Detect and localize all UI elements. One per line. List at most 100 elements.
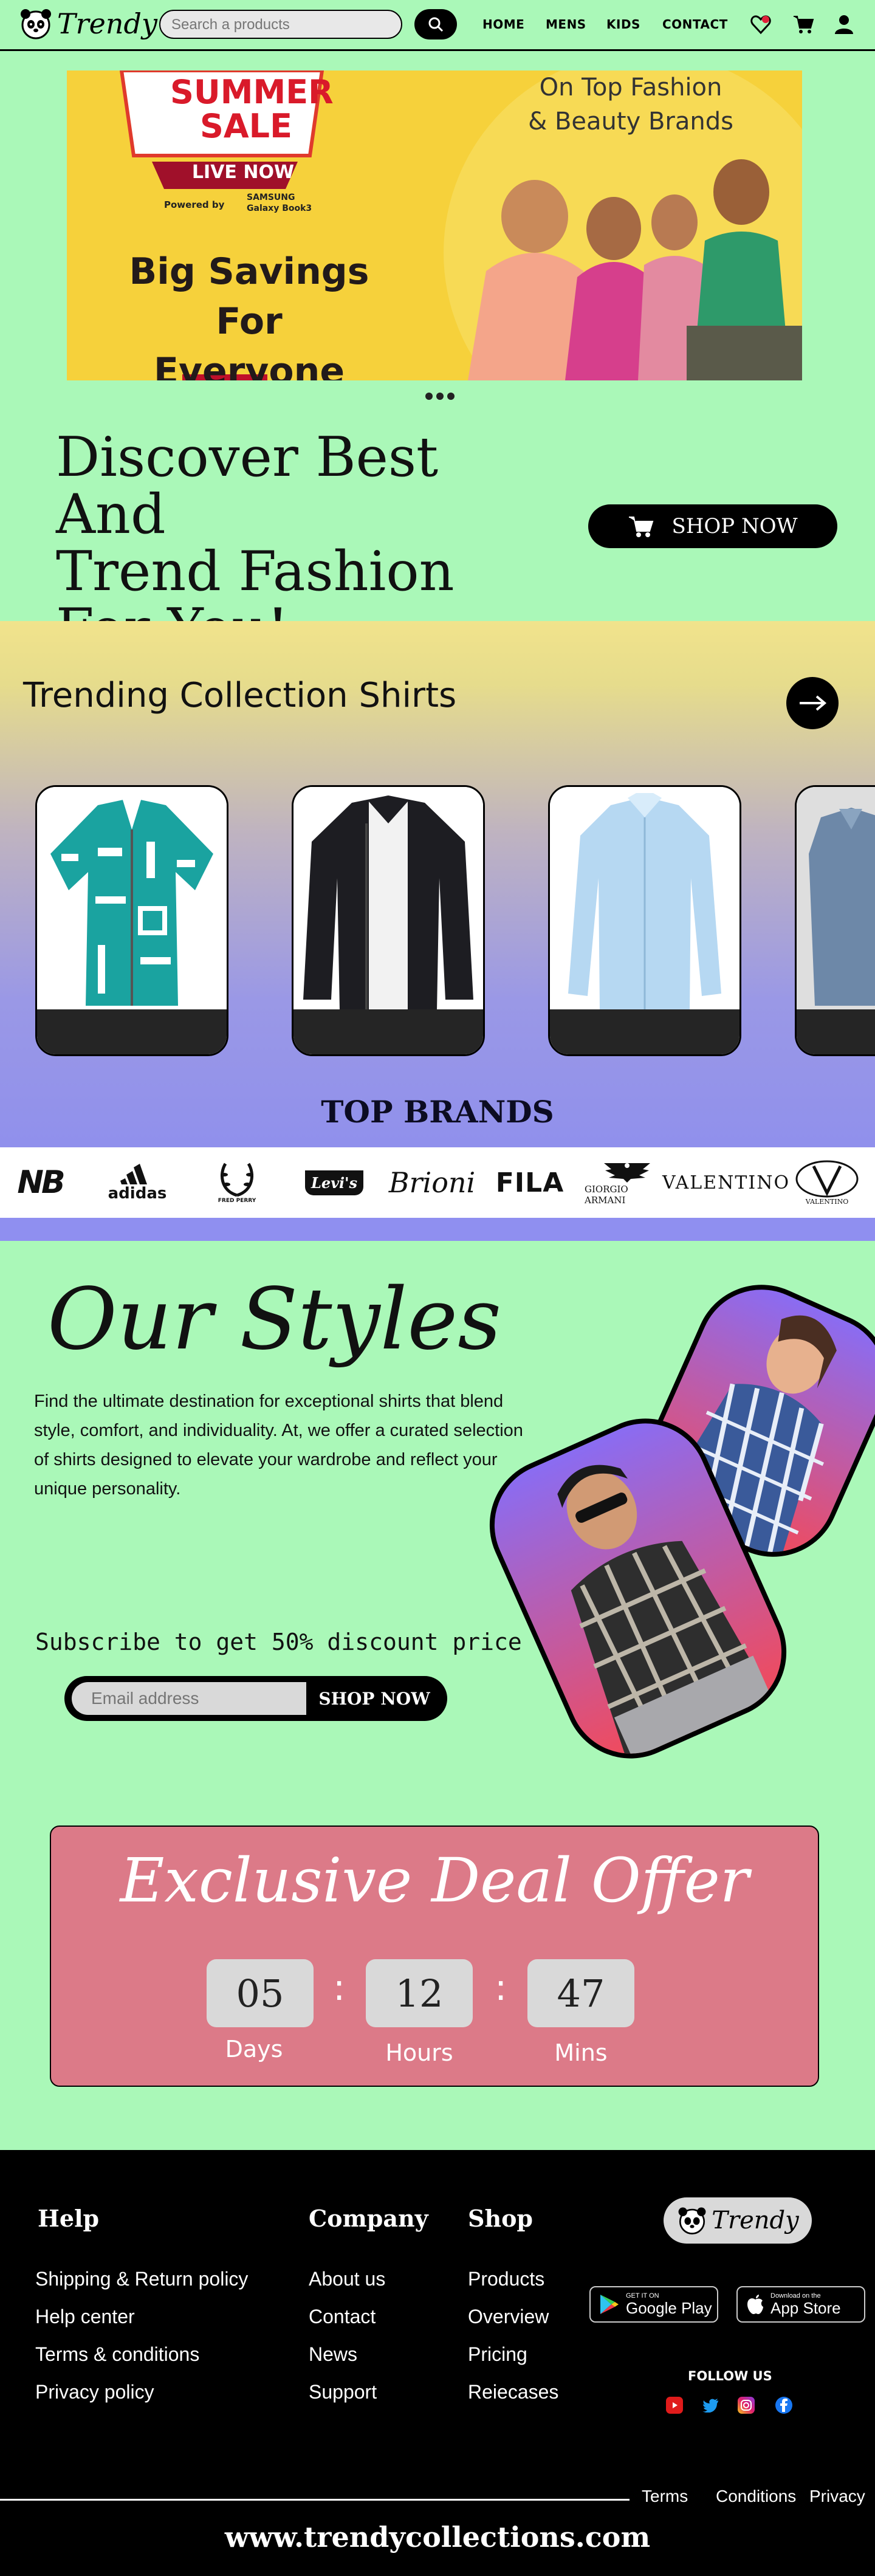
- footer-link-pricing[interactable]: Pricing: [468, 2343, 527, 2366]
- grey-blue-shirt-image: [797, 787, 875, 1013]
- product-card[interactable]: [292, 785, 485, 1056]
- trending-title: Trending Collection Shirts: [23, 676, 457, 715]
- countdown-hours: 12: [366, 1959, 473, 2027]
- logo-text: Trendy: [57, 7, 157, 40]
- top-brands-title: TOP BRANDS: [321, 1094, 554, 1130]
- footer-link-shipping[interactable]: Shipping & Return policy: [35, 2268, 248, 2290]
- instagram-icon[interactable]: [738, 2397, 755, 2414]
- youtube-icon[interactable]: [666, 2397, 683, 2414]
- trending-next-button[interactable]: [786, 677, 839, 729]
- twitter-icon[interactable]: [702, 2397, 719, 2414]
- footer-link-overview[interactable]: Overview: [468, 2306, 549, 2328]
- subscribe-shop-now-button[interactable]: SHOP NOW: [307, 1682, 441, 1715]
- hero-title-line-2: Trend Fashion: [56, 540, 455, 603]
- valentino-v-icon: [795, 1160, 859, 1197]
- footer-link-news[interactable]: News: [309, 2343, 357, 2366]
- brand-logo-valentino-v[interactable]: VALENTINO: [787, 1147, 866, 1218]
- cart-icon[interactable]: [792, 13, 814, 35]
- countdown-days: 05: [207, 1959, 314, 2027]
- subscribe-form: SHOP NOW: [64, 1676, 447, 1721]
- powered-by-label: Powered by: [164, 199, 225, 210]
- facebook-icon[interactable]: [775, 2397, 792, 2414]
- brand-logo-brioni[interactable]: Brioni: [389, 1147, 476, 1218]
- footer-logo[interactable]: Trendy: [664, 2197, 812, 2244]
- brand-logo-valentino[interactable]: VALENTINO: [662, 1147, 789, 1218]
- banner-headline-2: For Everyone: [153, 300, 345, 380]
- search-icon: [428, 17, 444, 32]
- summer-sale-banner[interactable]: SUMMER SALE LIVE NOW Powered by SAMSUNG …: [67, 70, 802, 380]
- product-card-footer: [797, 1009, 875, 1054]
- navbar: Trendy HOME MENS KIDS CONTACT: [0, 0, 875, 51]
- carousel-dot-1[interactable]: [425, 393, 433, 400]
- teal-print-shirt-image: [37, 787, 227, 1013]
- nav-kids[interactable]: KIDS: [606, 17, 640, 32]
- footer-bottom-terms[interactable]: Terms: [642, 2487, 688, 2506]
- carousel-dot-3[interactable]: [447, 393, 455, 400]
- footer-link-contact[interactable]: Contact: [309, 2306, 376, 2328]
- brand-logo-giorgio-armani[interactable]: GIORGIO ARMANI: [585, 1147, 670, 1218]
- footer-link-releases[interactable]: Reiecases: [468, 2381, 558, 2403]
- footer-shop-heading: Shop: [468, 2205, 533, 2232]
- product-card[interactable]: [548, 785, 741, 1056]
- footer-company-heading: Company: [309, 2205, 428, 2232]
- nav-mens[interactable]: MENS: [546, 17, 586, 32]
- hero-shop-now-button[interactable]: SHOP NOW: [588, 504, 837, 548]
- logo[interactable]: Trendy: [18, 6, 157, 41]
- live-now-label: LIVE NOW: [191, 162, 295, 183]
- wishlist-heart-icon[interactable]: [750, 13, 772, 35]
- footer-link-support[interactable]: Support: [309, 2381, 377, 2403]
- footer-link-about[interactable]: About us: [309, 2268, 385, 2290]
- search-button[interactable]: [414, 9, 457, 39]
- light-blue-shirt-image: [550, 787, 739, 1013]
- banner-tagline-2: & Beauty Brands: [528, 108, 733, 136]
- footer-link-terms[interactable]: Terms & conditions: [35, 2343, 199, 2366]
- product-card-footer: [37, 1009, 227, 1054]
- our-styles-title: Our Styles: [47, 1270, 502, 1369]
- brand-logo-levis[interactable]: Levi's: [304, 1147, 365, 1218]
- cart-icon: [629, 517, 654, 537]
- carousel-dot-2[interactable]: [436, 393, 444, 400]
- apple-icon: [747, 2295, 763, 2314]
- follow-us-label: FOLLOW US: [688, 2369, 772, 2383]
- laurel-wreath-icon: [220, 1163, 254, 1197]
- countdown-days-label: Days: [225, 2036, 283, 2063]
- brand-logo-fila[interactable]: FILA: [493, 1147, 566, 1218]
- footer-link-privacy[interactable]: Privacy policy: [35, 2381, 154, 2403]
- google-play-big: Google Play: [626, 2299, 712, 2317]
- brands-divider-bar: [0, 1218, 875, 1241]
- brands-strip: NB adidas FRED PERRY Levi's Brioni FILA …: [0, 1147, 875, 1218]
- footer-link-help-center[interactable]: Help center: [35, 2306, 135, 2328]
- subscribe-text: Subscribe to get 50% discount price: [35, 1629, 522, 1655]
- search-box: [159, 10, 402, 39]
- email-input[interactable]: [72, 1682, 306, 1715]
- product-card[interactable]: [35, 785, 228, 1056]
- banner-tagline-1: On Top Fashion: [539, 74, 722, 101]
- site-url[interactable]: www.trendycollections.com: [0, 2521, 875, 2554]
- countdown-hours-label: Hours: [385, 2039, 453, 2066]
- app-store-badge[interactable]: Download on the App Store: [736, 2286, 865, 2323]
- user-icon[interactable]: [834, 13, 854, 35]
- brand-logo-adidas[interactable]: adidas: [101, 1147, 174, 1218]
- search-input[interactable]: [160, 11, 391, 39]
- footer-bottom-conditions[interactable]: Conditions: [716, 2487, 796, 2506]
- nav-home[interactable]: HOME: [482, 17, 524, 32]
- eagle-icon: [604, 1163, 650, 1183]
- countdown-separator: :: [495, 1966, 507, 2009]
- footer-link-products[interactable]: Products: [468, 2268, 544, 2290]
- google-play-icon: [600, 2295, 619, 2314]
- nav-contact[interactable]: CONTACT: [662, 17, 728, 32]
- hero-shop-now-label: SHOP NOW: [671, 514, 798, 538]
- black-bomber-jacket-image: [293, 787, 483, 1013]
- google-play-badge[interactable]: GET IT ON Google Play: [589, 2286, 718, 2323]
- panda-logo-icon: [21, 9, 51, 39]
- hero-title-line-1: Discover Best And: [56, 425, 439, 546]
- our-styles-description: Find the ultimate destination for except…: [34, 1392, 523, 1499]
- app-store-big: App Store: [770, 2299, 841, 2317]
- footer-logo-text: Trendy: [712, 2207, 799, 2234]
- brand-logo-fred-perry[interactable]: FRED PERRY: [201, 1147, 273, 1218]
- footer-help-heading: Help: [38, 2205, 100, 2232]
- product-card[interactable]: [795, 785, 875, 1056]
- footer-bottom-privacy[interactable]: Privacy: [809, 2487, 865, 2506]
- sale-title-1: SUMMER: [170, 73, 334, 111]
- brand-logo-new-balance[interactable]: NB: [4, 1147, 77, 1218]
